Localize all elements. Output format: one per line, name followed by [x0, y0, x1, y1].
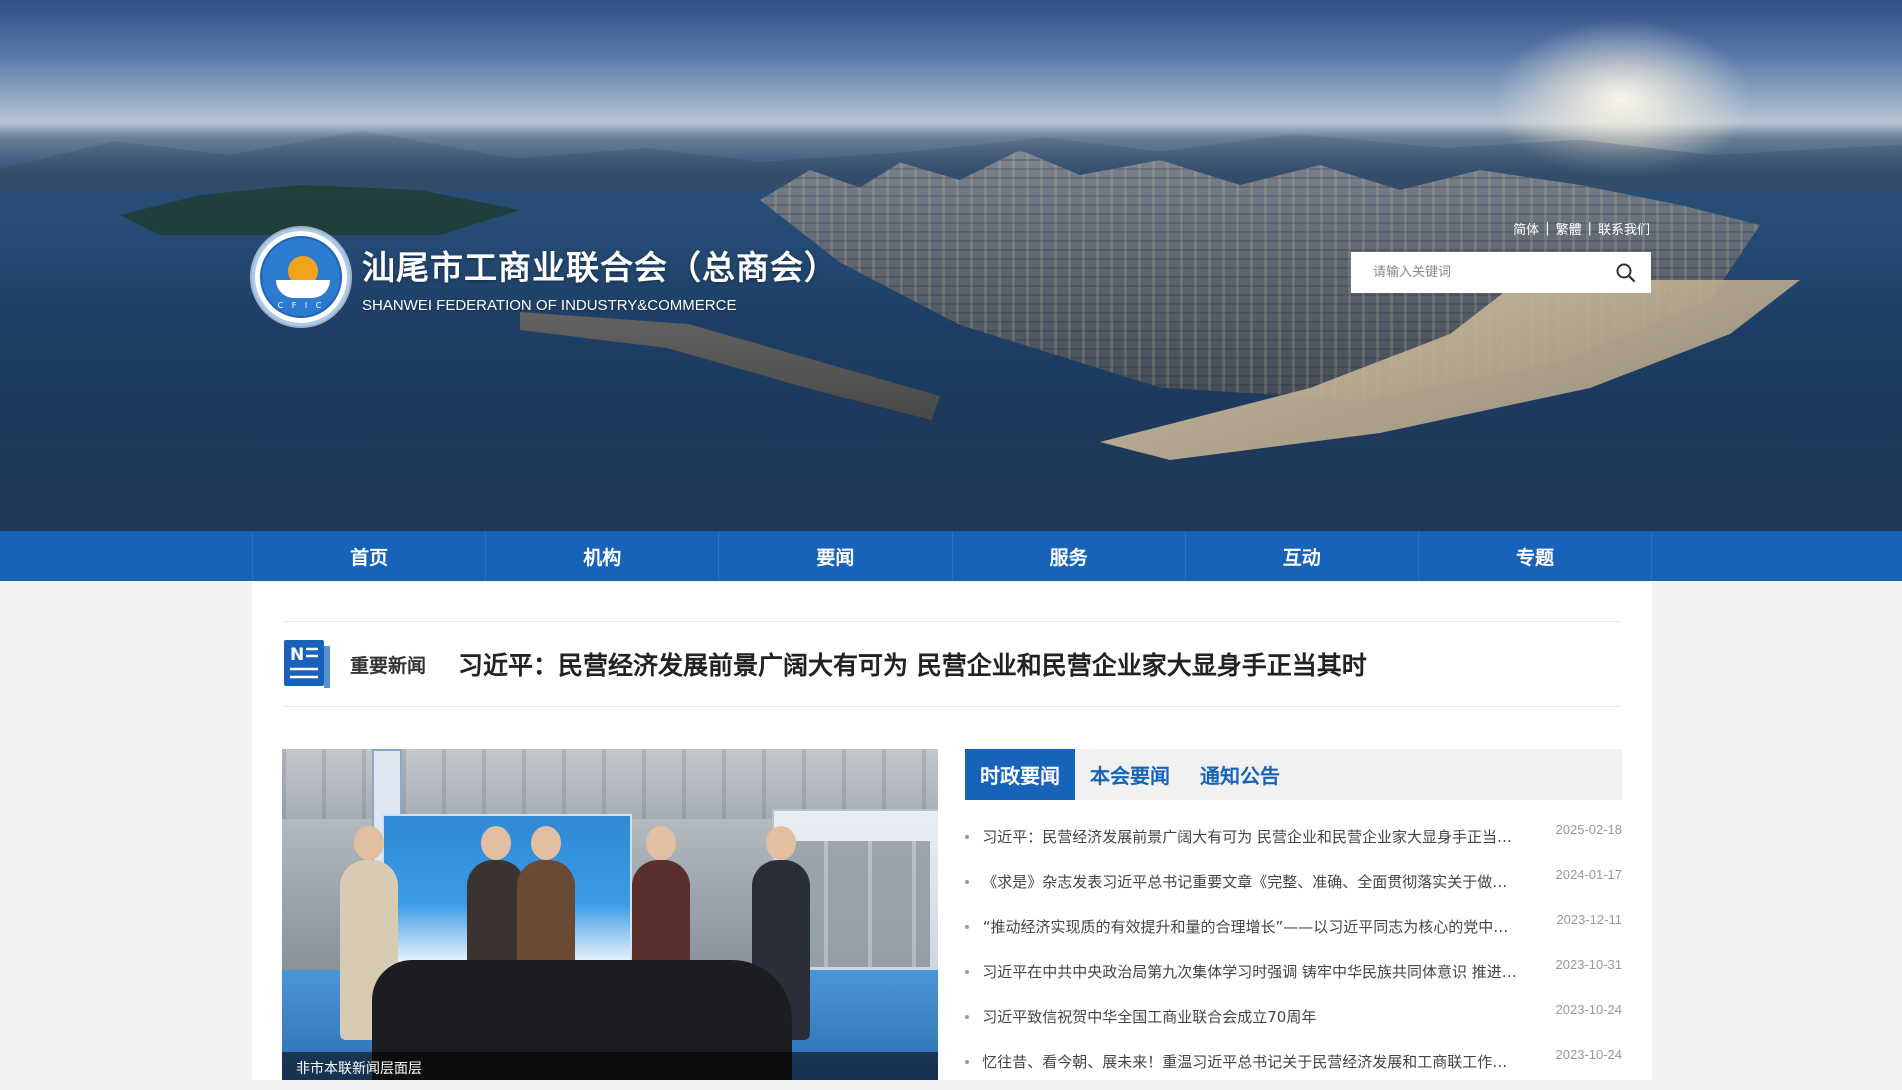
nav-item-home[interactable]: 首页 — [252, 531, 485, 581]
main-nav-inner: 首页 机构 要闻 服务 互动 专题 — [252, 531, 1653, 581]
news-panel: 时政要闻 本会要闻 通知公告 习近平：民营经济发展前景广阔大有可为 民营企业和民… — [965, 749, 1622, 1080]
search-input[interactable] — [1373, 265, 1615, 280]
headline-title[interactable]: 习近平：民营经济发展前景广阔大有可为 民营企业和民营企业家大显身手正当其时 — [458, 646, 1367, 682]
list-item: 《求是》杂志发表习近平总书记重要文章《完整、准确、全面贯彻落实关于做好新时代党的… — [965, 865, 1622, 910]
news-item-date: 2025-02-18 — [1555, 822, 1623, 837]
list-item: “推动经济实现质的有效提升和量的合理增长”——以习近平同志为核心的党中央谋划部署… — [965, 910, 1622, 955]
site-title-cn: 汕尾市工商业联合会（总商会） — [362, 247, 838, 287]
link-separator: | — [1587, 221, 1592, 236]
link-separator: | — [1545, 221, 1550, 236]
news-item-date: 2023-10-24 — [1555, 1002, 1623, 1017]
nav-item-interaction[interactable]: 互动 — [1184, 531, 1418, 581]
photo-caption[interactable]: 非市本联新闻层面层 — [282, 1052, 938, 1080]
news-item-date: 2023-10-31 — [1555, 957, 1623, 972]
list-item: 忆往昔、看今朝、展未来！重温习近平总书记关于民营经济发展和工商联工作的重要论述 … — [965, 1045, 1622, 1090]
main-nav: 首页 机构 要闻 服务 互动 专题 — [0, 531, 1902, 581]
news-item-title[interactable]: 习近平：民营经济发展前景广阔大有可为 民营企业和民营企业家大显身手正当其时 — [982, 826, 1522, 847]
news-item-title[interactable]: 忆往昔、看今朝、展未来！重温习近平总书记关于民营经济发展和工商联工作的重要论述 — [982, 1051, 1522, 1072]
search-icon[interactable] — [1615, 262, 1637, 284]
logo-text: 汕尾市工商业联合会（总商会） SHANWEI FEDERATION OF IND… — [362, 241, 838, 314]
logo-ring-text: C F I C — [277, 301, 325, 310]
news-item-date: 2024-01-17 — [1555, 867, 1623, 882]
tab-association-news[interactable]: 本会要闻 — [1075, 749, 1185, 800]
news-tabs: 时政要闻 本会要闻 通知公告 — [965, 749, 1622, 800]
headline-row: N 重要新闻 习近平：民营经济发展前景广阔大有可为 民营企业和民营企业家大显身手… — [282, 621, 1622, 707]
news-item-title[interactable]: 习近平在中共中央政治局第九次集体学习时强调 铸牢中华民族共同体意识 推进新时代党… — [982, 961, 1522, 982]
news-icon-letter: N — [290, 645, 304, 665]
main-content: N 重要新闻 习近平：民营经济发展前景广阔大有可为 民营企业和民营企业家大显身手… — [252, 581, 1652, 1080]
nav-item-news[interactable]: 要闻 — [718, 531, 951, 581]
nav-item-topics[interactable]: 专题 — [1417, 531, 1653, 581]
logo-book-icon — [276, 280, 330, 298]
list-item: 习近平：民营经济发展前景广阔大有可为 民营企业和民营企业家大显身手正当其时 20… — [965, 820, 1622, 865]
news-item-title[interactable]: 《求是》杂志发表习近平总书记重要文章《完整、准确、全面贯彻落实关于做好新时代党的… — [982, 871, 1522, 892]
news-item-title[interactable]: “推动经济实现质的有效提升和量的合理增长”——以习近平同志为核心的党中央谋划部署… — [983, 916, 1523, 937]
bullet-dot-icon — [965, 925, 969, 929]
bullet-dot-icon — [965, 1015, 969, 1019]
bullet-dot-icon — [965, 1060, 969, 1064]
bullet-dot-icon — [965, 880, 969, 884]
list-item: 习近平致信祝贺中华全国工商业联合会成立70周年 2023-10-24 — [965, 1000, 1622, 1045]
logo-emblem-inner: C F I C — [260, 236, 342, 318]
hero-banner: C F I C 汕尾市工商业联合会（总商会） SHANWEI FEDERATIO… — [0, 0, 1902, 531]
bullet-dot-icon — [965, 835, 969, 839]
news-item-date: 2023-10-24 — [1555, 1047, 1623, 1062]
top-links: 简体 | 繁體 | 联系我们 — [1513, 219, 1650, 238]
site-logo[interactable]: C F I C 汕尾市工商业联合会（总商会） SHANWEI FEDERATIO… — [252, 228, 838, 326]
nav-item-services[interactable]: 服务 — [951, 531, 1185, 581]
tab-announcements[interactable]: 通知公告 — [1185, 749, 1295, 800]
nav-item-organization[interactable]: 机构 — [485, 531, 718, 581]
tab-political-news[interactable]: 时政要闻 — [965, 749, 1075, 800]
search-box — [1351, 252, 1651, 293]
news-list: 习近平：民营经济发展前景广阔大有可为 民营企业和民营企业家大显身手正当其时 20… — [965, 820, 1622, 1090]
bullet-dot-icon — [965, 970, 969, 974]
link-simplified[interactable]: 简体 — [1513, 219, 1539, 238]
logo-emblem-icon: C F I C — [252, 228, 350, 326]
headline-label: 重要新闻 — [350, 654, 427, 677]
featured-photo[interactable]: 非市本联新闻层面层 — [282, 749, 938, 1080]
news-icon: N — [282, 638, 332, 690]
news-item-title[interactable]: 习近平致信祝贺中华全国工商业联合会成立70周年 — [982, 1006, 1522, 1027]
link-contact-us[interactable]: 联系我们 — [1598, 219, 1650, 238]
link-traditional[interactable]: 繁體 — [1556, 219, 1582, 238]
list-item: 习近平在中共中央政治局第九次集体学习时强调 铸牢中华民族共同体意识 推进新时代党… — [965, 955, 1622, 1000]
site-title-en: SHANWEI FEDERATION OF INDUSTRY&COMMERCE — [362, 296, 737, 314]
news-item-date: 2023-12-11 — [1556, 912, 1622, 927]
